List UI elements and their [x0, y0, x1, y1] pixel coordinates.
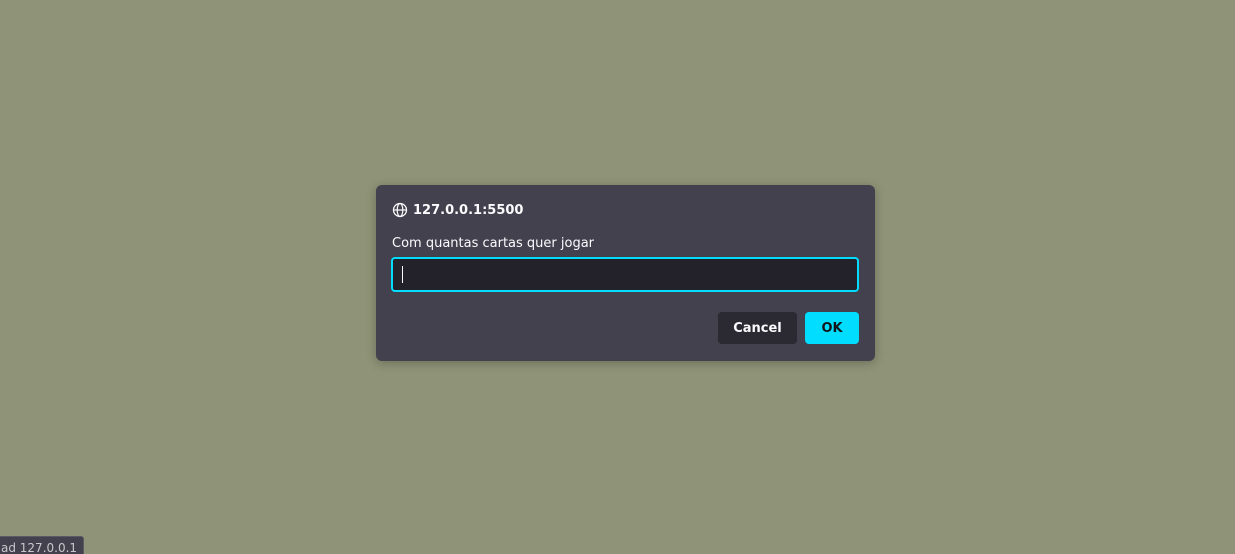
text-caret [402, 266, 403, 283]
dialog-origin-text: 127.0.0.1:5500 [413, 202, 524, 218]
globe-icon [392, 202, 408, 218]
prompt-input[interactable] [391, 257, 859, 292]
prompt-dialog: 127.0.0.1:5500 Com quantas cartas quer j… [376, 185, 875, 361]
ok-button[interactable]: OK [805, 312, 859, 344]
status-bar: ad 127.0.0.1 [0, 536, 85, 554]
cancel-button[interactable]: Cancel [718, 312, 797, 344]
dialog-origin: 127.0.0.1:5500 [392, 202, 523, 218]
dialog-message: Com quantas cartas quer jogar [392, 236, 595, 251]
